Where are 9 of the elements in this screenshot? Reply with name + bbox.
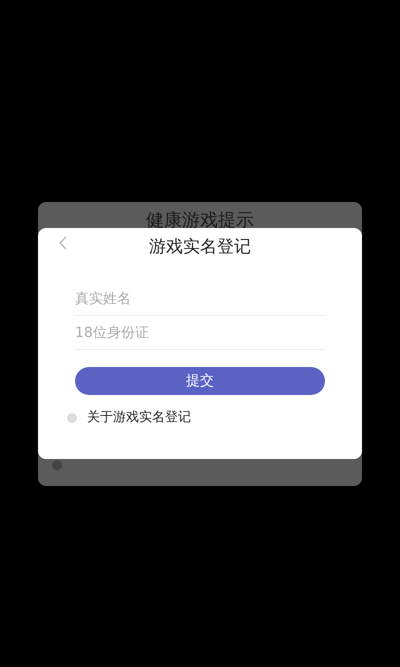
submit-button[interactable]: 提交 — [75, 367, 325, 395]
info-link[interactable]: 关于游戏实名登记 — [87, 409, 191, 427]
input-field[interactable]: 真实姓名 — [75, 282, 325, 316]
dialog-title: 游戏实名登记 — [149, 236, 251, 258]
info-icon — [52, 460, 62, 470]
info-icon — [67, 413, 77, 423]
input-field[interactable]: 18位身份证 — [75, 316, 325, 350]
back-dialog-title: 健康游戏提示 — [146, 210, 254, 232]
back-icon[interactable] — [58, 236, 68, 250]
